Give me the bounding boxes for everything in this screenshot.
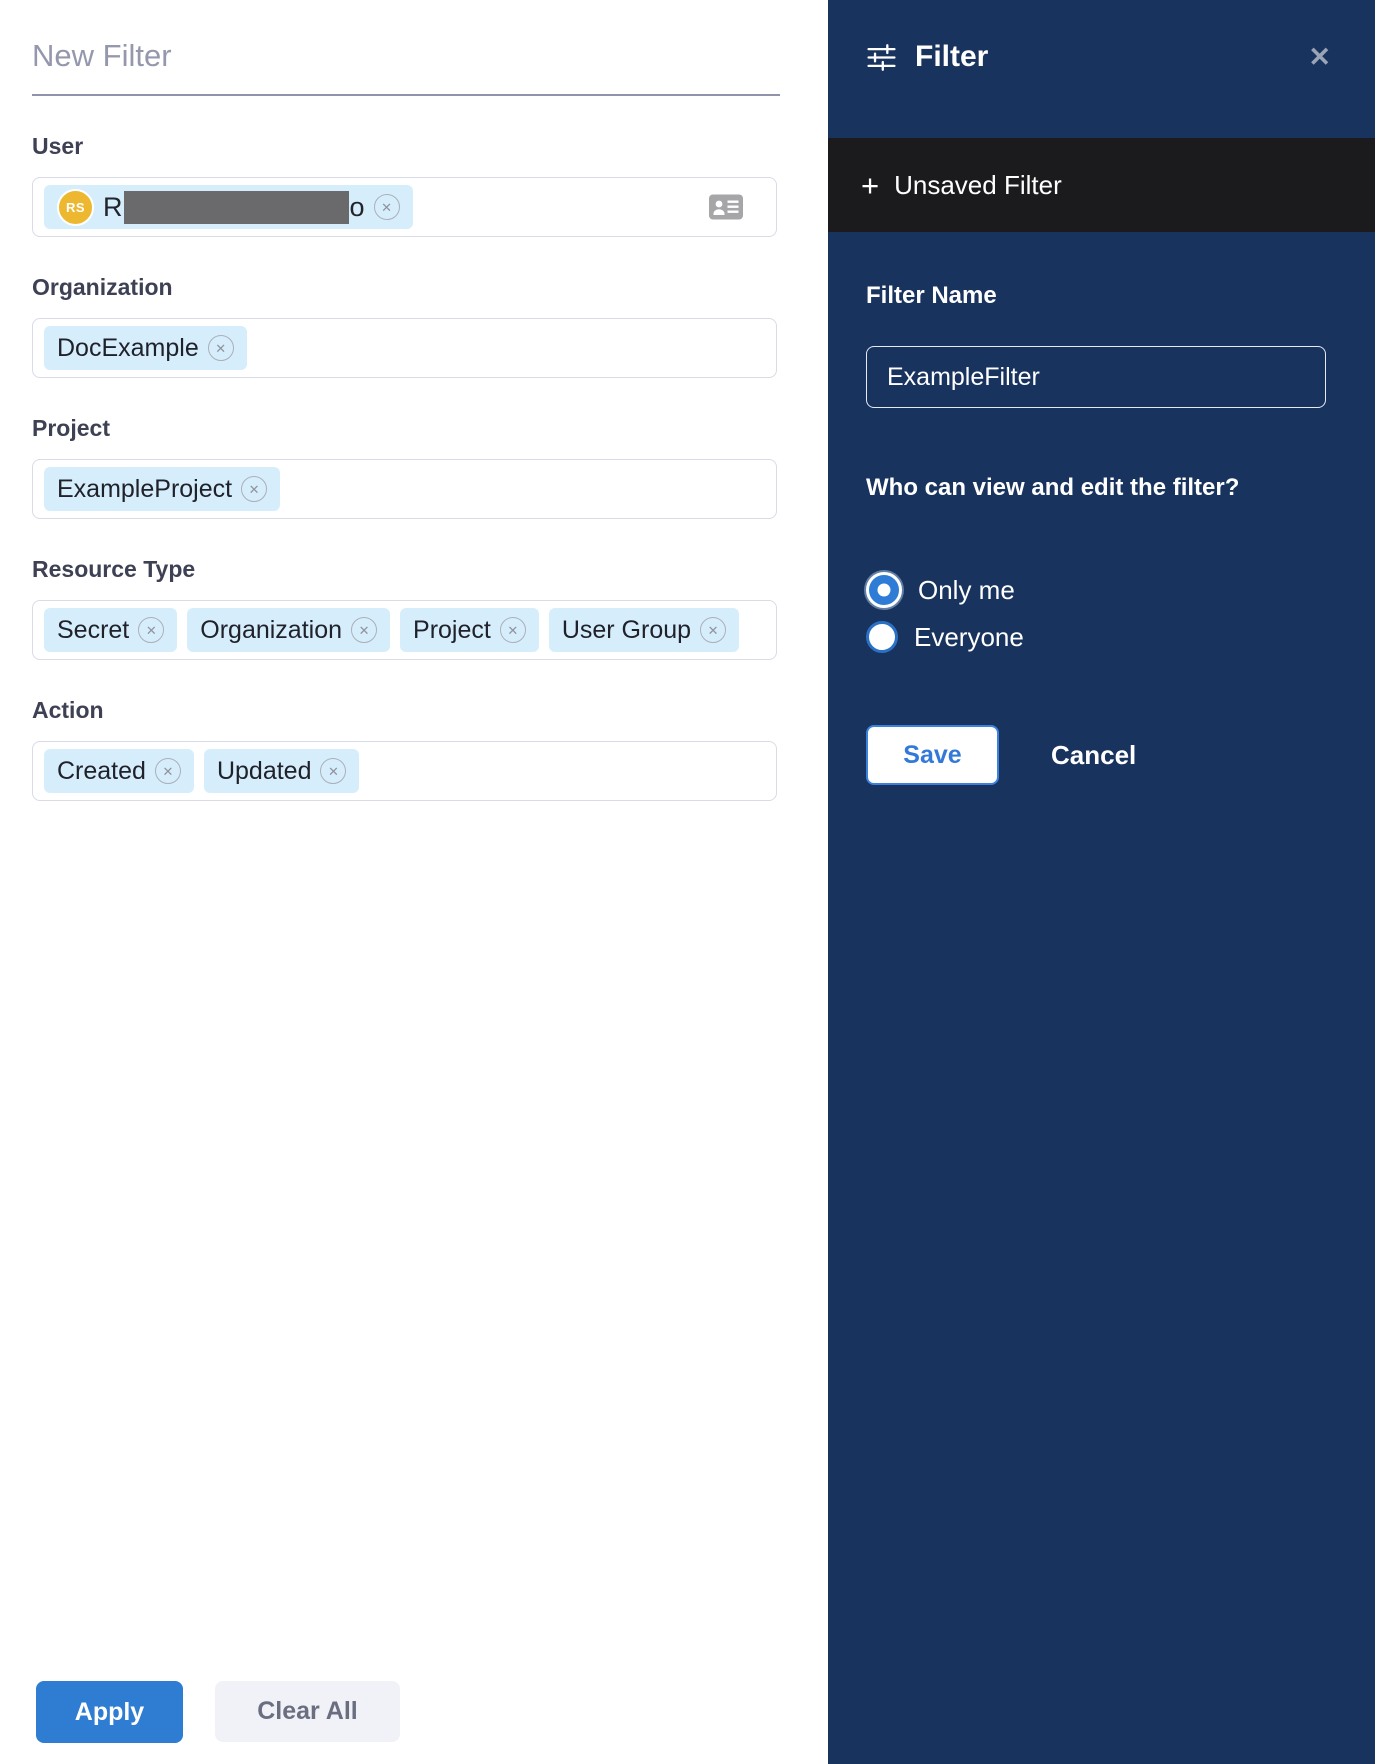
chip-label: DocExample: [57, 334, 199, 363]
radio-unselected-icon[interactable]: [866, 621, 898, 653]
panel-actions: Save Cancel: [866, 725, 1326, 785]
radio-option-only-me[interactable]: Only me: [866, 572, 1326, 608]
organization-label: Organization: [32, 274, 828, 301]
remove-chip-icon[interactable]: ✕: [351, 617, 377, 643]
cancel-button[interactable]: Cancel: [1051, 740, 1136, 771]
user-label: User: [32, 133, 828, 160]
panel-body: Filter Name Who can view and edit the fi…: [828, 232, 1375, 785]
action-chip: Created ✕: [44, 749, 194, 793]
user-chip: RS Ro ✕: [44, 185, 413, 229]
user-name-end: o: [350, 192, 365, 223]
remove-chip-icon[interactable]: ✕: [320, 758, 346, 784]
action-chip: Updated ✕: [204, 749, 360, 793]
filter-title-input[interactable]: [32, 38, 780, 96]
unsaved-filter-label: Unsaved Filter: [894, 170, 1062, 201]
remove-user-chip-icon[interactable]: ✕: [374, 194, 400, 220]
clear-all-button[interactable]: Clear All: [215, 1681, 400, 1742]
remove-chip-icon[interactable]: ✕: [155, 758, 181, 784]
chip-label: Secret: [57, 616, 129, 645]
remove-chip-icon[interactable]: ✕: [138, 617, 164, 643]
resource-type-field[interactable]: Secret ✕ Organization ✕ Project ✕ User G…: [32, 600, 777, 660]
chip-label: Updated: [217, 757, 312, 786]
form-actions: Apply Clear All: [36, 1681, 400, 1743]
contact-card-icon[interactable]: [709, 195, 743, 220]
resource-type-chip: Organization ✕: [187, 608, 390, 652]
remove-chip-icon[interactable]: ✕: [700, 617, 726, 643]
user-field[interactable]: RS Ro ✕: [32, 177, 777, 237]
filter-side-panel: Filter ✕ + Unsaved Filter Filter Name Wh…: [828, 0, 1375, 1764]
organization-chip: DocExample ✕: [44, 326, 247, 370]
resource-type-label: Resource Type: [32, 556, 828, 583]
filter-name-input[interactable]: [866, 346, 1326, 408]
visibility-radio-group: Only me Everyone: [866, 572, 1326, 653]
user-name-start: R: [103, 192, 123, 223]
panel-header: Filter ✕: [866, 40, 1331, 74]
panel-title: Filter: [915, 40, 988, 74]
radio-selected-icon[interactable]: [866, 572, 902, 608]
redaction-bar: [124, 191, 349, 224]
user-avatar: RS: [57, 189, 94, 226]
project-chip: ExampleProject ✕: [44, 467, 280, 511]
chip-label: Project: [413, 616, 491, 645]
action-label: Action: [32, 697, 828, 724]
resource-type-chip: Project ✕: [400, 608, 539, 652]
resource-type-chip: User Group ✕: [549, 608, 739, 652]
chip-label: Organization: [200, 616, 342, 645]
radio-label: Everyone: [914, 622, 1024, 653]
action-field[interactable]: Created ✕ Updated ✕: [32, 741, 777, 801]
apply-button[interactable]: Apply: [36, 1681, 183, 1743]
resource-type-chip: Secret ✕: [44, 608, 177, 652]
project-label: Project: [32, 415, 828, 442]
new-filter-form: User RS Ro ✕ Organization Doc: [0, 0, 828, 1764]
plus-icon: +: [861, 170, 879, 201]
remove-chip-icon[interactable]: ✕: [500, 617, 526, 643]
save-button[interactable]: Save: [866, 725, 999, 785]
close-icon[interactable]: ✕: [1308, 44, 1331, 71]
remove-chip-icon[interactable]: ✕: [241, 476, 267, 502]
user-chip-name: Ro: [103, 191, 365, 224]
organization-field[interactable]: DocExample ✕: [32, 318, 777, 378]
chip-label: User Group: [562, 616, 691, 645]
unsaved-filter-tab[interactable]: + Unsaved Filter: [828, 138, 1375, 232]
project-field[interactable]: ExampleProject ✕: [32, 459, 777, 519]
chip-label: ExampleProject: [57, 475, 232, 504]
visibility-question: Who can view and edit the filter?: [866, 474, 1326, 502]
filter-name-label: Filter Name: [866, 282, 1326, 310]
remove-chip-icon[interactable]: ✕: [208, 335, 234, 361]
filter-page: User RS Ro ✕ Organization Doc: [0, 0, 1375, 1764]
radio-option-everyone[interactable]: Everyone: [866, 621, 1326, 653]
chip-label: Created: [57, 757, 146, 786]
filter-sliders-icon: [866, 42, 897, 73]
radio-label: Only me: [918, 575, 1015, 606]
